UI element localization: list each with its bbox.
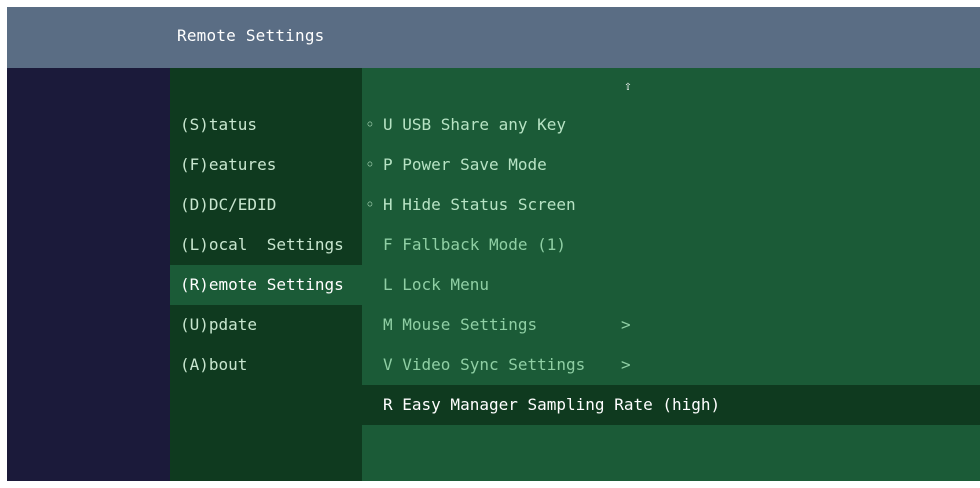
setting-hide-status-screen[interactable]: ◦ H Hide Status Screen xyxy=(362,185,980,225)
setting-easy-manager-sampling-rate[interactable]: R Easy Manager Sampling Rate (high) xyxy=(362,385,980,425)
setting-lock-menu[interactable]: L Lock Menu xyxy=(362,265,980,305)
setting-label: V Video Sync Settings xyxy=(383,355,586,374)
setting-label: L Lock Menu xyxy=(383,275,489,294)
chevron-right-icon: > xyxy=(621,315,631,334)
menu-item-remote-settings[interactable]: (R)emote Settings xyxy=(170,265,362,305)
menu-item-local-settings[interactable]: (L)ocal Settings xyxy=(170,225,362,265)
setting-label: R Easy Manager Sampling Rate (high) xyxy=(383,395,721,414)
menu-item-features[interactable]: (F)eatures xyxy=(170,145,362,185)
setting-label: M Mouse Settings xyxy=(383,315,538,334)
main-menu: (S)tatus (F)eatures (D)DC/EDID (L)ocal S… xyxy=(170,68,362,481)
remote-settings-screen: Remote Settings (S)tatus (F)eatures (D)D… xyxy=(7,7,980,481)
menu-item-update[interactable]: (U)pdate xyxy=(170,305,362,345)
setting-mouse-settings[interactable]: M Mouse Settings > xyxy=(362,305,980,345)
menu-item-status[interactable]: (S)tatus xyxy=(170,105,362,145)
scroll-up-icon[interactable]: ⇧ xyxy=(624,80,632,93)
setting-fallback-mode[interactable]: F Fallback Mode (1) xyxy=(362,225,980,265)
toggle-off-icon: ◦ xyxy=(365,115,375,134)
setting-power-save-mode[interactable]: ◦ P Power Save Mode xyxy=(362,145,980,185)
menu-item-ddc-edid[interactable]: (D)DC/EDID xyxy=(170,185,362,225)
setting-usb-share-any-key[interactable]: ◦ U USB Share any Key xyxy=(362,105,980,145)
toggle-off-icon: ◦ xyxy=(365,155,375,174)
setting-label: F Fallback Mode (1) xyxy=(383,235,567,254)
setting-label: U USB Share any Key xyxy=(383,115,567,134)
chevron-right-icon: > xyxy=(621,355,631,374)
settings-panel: ⇧ ◦ U USB Share any Key ◦ P Power Save M… xyxy=(362,68,980,481)
setting-label: H Hide Status Screen xyxy=(383,195,576,214)
page-title: Remote Settings xyxy=(177,26,325,45)
title-bar: Remote Settings xyxy=(7,7,980,68)
setting-video-sync-settings[interactable]: V Video Sync Settings > xyxy=(362,345,980,385)
setting-label: P Power Save Mode xyxy=(383,155,547,174)
toggle-off-icon: ◦ xyxy=(365,195,375,214)
menu-item-about[interactable]: (A)bout xyxy=(170,345,362,385)
